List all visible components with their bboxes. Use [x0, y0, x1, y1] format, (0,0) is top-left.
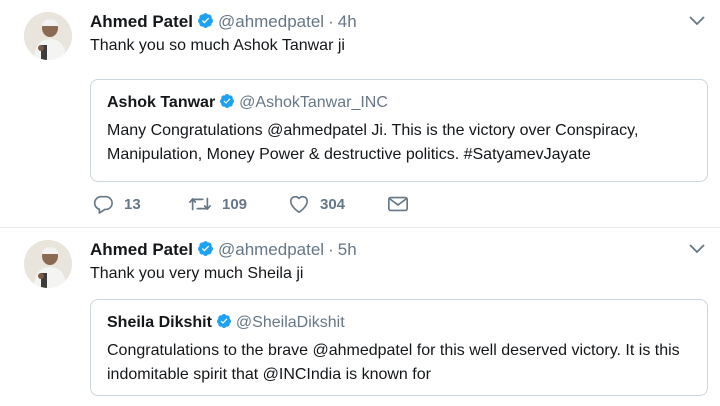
quoted-author-name: Ashok Tanwar	[107, 94, 216, 111]
timestamp[interactable]: 5h	[338, 240, 357, 259]
tweet[interactable]: Ahmed Patel @ahmedpatel · 5h Thank you very…	[0, 228, 720, 406]
retweet-count: 109	[222, 195, 248, 213]
tweet-header: Ahmed Patel @ahmedpatel · 4h	[90, 12, 357, 34]
avatar[interactable]	[24, 240, 72, 288]
quoted-author-name: Sheila Dikshit	[107, 314, 212, 331]
author-name[interactable]: Ahmed Patel	[90, 12, 193, 31]
tweet-text: Thank you so much Ashok Tanwar ji	[90, 37, 345, 54]
reply-button[interactable]: 13	[92, 192, 141, 216]
retweet-button[interactable]: 109	[188, 192, 247, 216]
timestamp[interactable]: 4h	[338, 12, 357, 31]
reply-icon	[93, 195, 113, 214]
verified-icon	[219, 93, 235, 115]
caret-down-icon[interactable]	[688, 242, 706, 256]
tweet-text: Thank you very much Sheila ji	[90, 265, 304, 282]
like-count: 304	[320, 195, 346, 213]
tweet-header: Ahmed Patel @ahmedpatel · 5h	[90, 240, 357, 262]
avatar-photo	[24, 240, 72, 288]
separator-dot: ·	[328, 12, 334, 31]
retweet-icon	[189, 197, 211, 211]
quoted-author-handle: @SheilaDikshit	[235, 314, 345, 331]
quoted-tweet[interactable]: Ashok Tanwar @AshokTanwar_INC Many Congra…	[90, 79, 708, 182]
reply-count: 13	[124, 195, 141, 213]
like-button[interactable]: 304	[288, 192, 345, 216]
verified-icon	[197, 240, 214, 262]
direct-message-button[interactable]	[387, 192, 419, 216]
quoted-tweet-header: Sheila Dikshit @SheilaDikshit	[107, 313, 345, 335]
verified-icon	[197, 12, 214, 34]
like-icon	[290, 195, 308, 213]
author-handle[interactable]: @ahmedpatel	[218, 12, 324, 31]
caret-down-icon[interactable]	[688, 14, 706, 28]
quoted-tweet-text: Congratulations to the brave @ahmedpatel…	[107, 342, 680, 383]
verified-icon	[216, 313, 232, 335]
quoted-author-handle: @AshokTanwar_INC	[239, 94, 388, 111]
quoted-tweet[interactable]: Sheila Dikshit @SheilaDikshit Congratulat…	[90, 299, 708, 396]
author-handle[interactable]: @ahmedpatel	[218, 240, 324, 259]
quoted-tweet-header: Ashok Tanwar @AshokTanwar_INC	[107, 93, 388, 115]
avatar-photo	[24, 12, 72, 60]
tweet[interactable]: Ahmed Patel @ahmedpatel · 4h Thank you so m…	[0, 0, 720, 228]
separator-dot: ·	[328, 240, 334, 259]
author-name[interactable]: Ahmed Patel	[90, 240, 193, 259]
quoted-tweet-text: Many Congratulations @ahmedpatel Ji. Thi…	[107, 122, 639, 163]
direct-message-icon	[388, 196, 408, 212]
avatar[interactable]	[24, 12, 72, 60]
